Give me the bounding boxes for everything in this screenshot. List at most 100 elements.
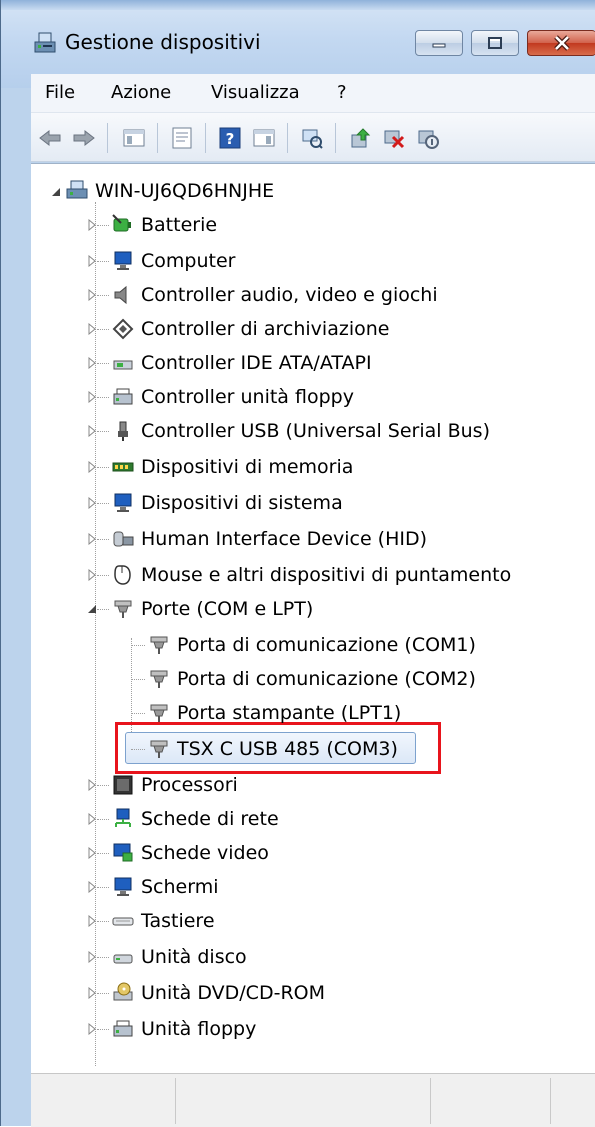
dispositivi-di-memoria-icon xyxy=(111,455,135,479)
menu-help[interactable]: ? xyxy=(337,82,347,103)
tree-connector xyxy=(131,713,145,714)
mouse-e-altri-dispositivi-di-puntamento-icon xyxy=(111,563,135,587)
expand-arrow-icon[interactable] xyxy=(87,219,97,231)
menu-azione[interactable]: Azione xyxy=(111,82,171,103)
expand-arrow-icon[interactable] xyxy=(87,497,97,509)
device-tree[interactable]: WIN-UJ6QD6HNJHE Batterie Computer Controll… xyxy=(31,163,595,1073)
collapse-arrow-icon[interactable] xyxy=(87,603,97,615)
expand-arrow-icon[interactable] xyxy=(87,987,97,999)
toolbar-separator xyxy=(107,123,108,153)
disable-button[interactable] xyxy=(415,125,441,151)
tree-node-label: Unità floppy xyxy=(141,1018,257,1040)
menu-file[interactable]: File xyxy=(45,82,75,103)
unit-dvd-cd-rom-icon xyxy=(111,981,135,1005)
tree-node-label: Human Interface Device (HID) xyxy=(141,528,428,550)
expand-arrow-icon[interactable] xyxy=(87,425,97,437)
properties-icon xyxy=(172,127,192,149)
tree-node-label: Batterie xyxy=(141,214,218,236)
expand-arrow-icon[interactable] xyxy=(87,461,97,473)
action-pane-button[interactable] xyxy=(251,125,277,151)
expand-arrow-icon[interactable] xyxy=(87,915,97,927)
tree-connector xyxy=(97,785,109,786)
show-hide-console-tree-icon xyxy=(123,129,145,147)
tree-node-label: Processori xyxy=(141,774,238,796)
processori-icon xyxy=(111,773,135,797)
help-icon: ? xyxy=(219,127,241,149)
uninstall-button[interactable] xyxy=(381,125,407,151)
controller-ide-ata-atapi-icon xyxy=(111,351,135,375)
scan-hardware-button[interactable] xyxy=(299,125,325,151)
tree-node-label: Controller USB (Universal Serial Bus) xyxy=(141,420,490,442)
computer-icon xyxy=(111,249,135,273)
expand-arrow-icon[interactable] xyxy=(87,391,97,403)
tree-node-label: Schede video xyxy=(141,842,269,864)
tree-connector xyxy=(97,503,109,504)
tree-node-label: Schermi xyxy=(141,876,219,898)
uninstall-icon xyxy=(384,130,405,149)
dispositivi-di-sistema-icon xyxy=(111,491,135,515)
scan-hardware-icon xyxy=(302,129,323,149)
expand-arrow-icon[interactable] xyxy=(87,847,97,859)
tree-node-label: Computer xyxy=(141,250,236,272)
update-driver-icon xyxy=(351,128,371,148)
tree-connector xyxy=(97,575,109,576)
tree-connector xyxy=(97,261,109,262)
toolbar-separator xyxy=(287,123,288,153)
expand-arrow-icon[interactable] xyxy=(87,255,97,267)
tree-connector xyxy=(97,853,109,854)
show-hide-console-tree-button[interactable] xyxy=(121,125,147,151)
disable-icon xyxy=(418,130,439,149)
tree-node-label: Porte (COM e LPT) xyxy=(141,598,314,620)
tree-node-label: Porta di comunicazione (COM2) xyxy=(177,668,476,690)
minimize-button[interactable] xyxy=(415,30,463,56)
menu-bar: File Azione Visualizza ? xyxy=(31,74,595,113)
expand-arrow-icon[interactable] xyxy=(87,533,97,545)
status-cell xyxy=(31,1078,176,1124)
tree-root-label: WIN-UJ6QD6HNJHE xyxy=(95,180,275,202)
tree-node-label: Porta di comunicazione (COM1) xyxy=(177,634,476,656)
tree-node-label: Controller IDE ATA/ATAPI xyxy=(141,352,372,374)
forward-icon xyxy=(73,129,95,147)
tree-node-label: Controller di archiviazione xyxy=(141,318,390,340)
toolbar-separator xyxy=(157,123,158,153)
tree-connector xyxy=(97,539,109,540)
controller-unit-floppy-icon xyxy=(111,385,135,409)
tree-connector xyxy=(97,1029,109,1030)
status-cell xyxy=(175,1078,431,1124)
status-bar xyxy=(31,1073,595,1127)
expand-arrow-icon[interactable] xyxy=(87,289,97,301)
unit-floppy-icon xyxy=(111,1017,135,1041)
expand-arrow-icon[interactable] xyxy=(87,323,97,335)
schede-di-rete-icon xyxy=(111,807,135,831)
expand-arrow-icon[interactable] xyxy=(87,951,97,963)
toolbar-separator xyxy=(335,123,336,153)
menu-visualizza[interactable]: Visualizza xyxy=(211,82,300,103)
port-connector-icon xyxy=(147,633,171,657)
expand-arrow-icon[interactable] xyxy=(87,813,97,825)
close-button[interactable] xyxy=(527,30,595,56)
tree-node-label: Mouse e altri dispositivi di puntamento xyxy=(141,564,512,586)
expand-arrow-icon[interactable] xyxy=(87,1023,97,1035)
maximize-icon xyxy=(472,31,518,55)
back-button[interactable] xyxy=(37,125,63,151)
forward-button[interactable] xyxy=(71,125,97,151)
tree-node-label: Controller audio, video e giochi xyxy=(141,284,438,306)
properties-button[interactable] xyxy=(169,125,195,151)
expand-arrow-icon[interactable] xyxy=(87,779,97,791)
help-button[interactable]: ? xyxy=(217,125,243,151)
update-driver-button[interactable] xyxy=(347,125,373,151)
tree-connector xyxy=(97,363,109,364)
collapse-arrow-icon xyxy=(52,188,60,196)
expand-arrow-icon[interactable] xyxy=(87,881,97,893)
controller-usb-universal-serial-bus-icon xyxy=(111,419,135,443)
tree-node-label: Tastiere xyxy=(141,910,215,932)
controller-di-archiviazione-icon xyxy=(111,317,135,341)
toolbar: ? xyxy=(31,113,595,162)
maximize-button[interactable] xyxy=(471,30,519,56)
tree-connector xyxy=(131,645,145,646)
expand-arrow-icon[interactable] xyxy=(87,569,97,581)
expand-arrow-icon[interactable] xyxy=(87,357,97,369)
device-manager-window: Gestione dispositivi File Azione Visuali… xyxy=(0,0,595,1127)
tree-node-label: Dispositivi di memoria xyxy=(141,456,354,478)
device-manager-icon xyxy=(33,30,57,56)
